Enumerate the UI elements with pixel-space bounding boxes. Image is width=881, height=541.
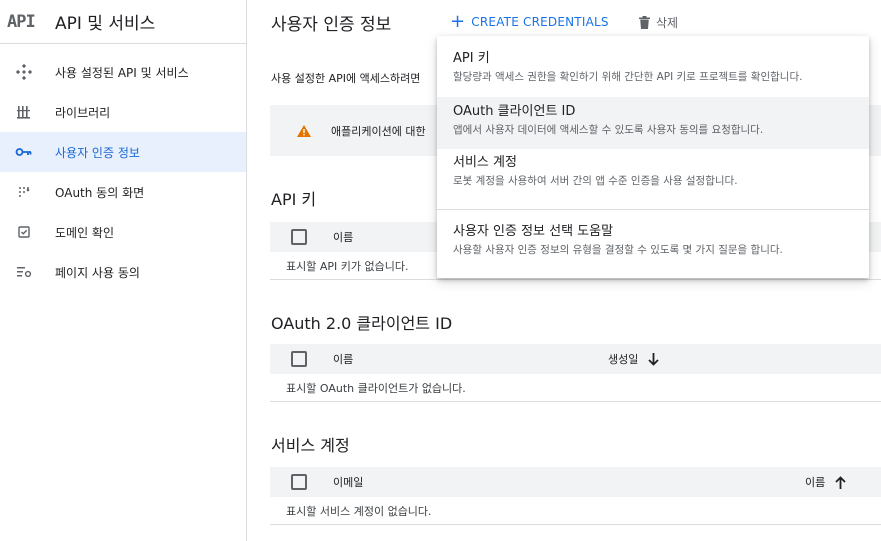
arrow-up-icon <box>835 475 846 489</box>
menu-item-service-account[interactable]: 서비스 계정 로봇 계정을 사용하여 서버 간의 앱 수준 인증을 사용 설정합… <box>437 154 869 200</box>
menu-item-desc: 사용할 사용자 인증 정보의 유형을 결정할 수 있도록 몇 가지 질문을 합니… <box>453 244 783 256</box>
sidebar: API API 및 서비스 사용 설정된 API 및 서비스 라이브러리 사용자… <box>0 0 247 541</box>
menu-item-api-key[interactable]: API 키 할당량과 액세스 권한을 확인하기 위해 간단한 API 키로 프로… <box>437 50 869 96</box>
create-credentials-label: CREATE CREDENTIALS <box>471 15 609 29</box>
column-name[interactable]: 이름 <box>333 351 353 367</box>
sidebar-item-oauth-consent[interactable]: OAuth 동의 화면 <box>0 172 246 212</box>
sidebar-item-label: 사용자 인증 정보 <box>55 145 140 160</box>
select-all-checkbox[interactable] <box>291 229 307 245</box>
column-name: 이름 <box>805 476 826 489</box>
table-header: 이름 생성일 <box>270 344 881 374</box>
library-icon <box>13 101 35 123</box>
checkbox-icon <box>13 221 35 243</box>
brand-title[interactable]: API 및 서비스 <box>55 9 155 34</box>
delete-label: 삭제 <box>656 15 679 30</box>
column-email[interactable]: 이메일 <box>333 474 363 490</box>
sidebar-item-credentials[interactable]: 사용자 인증 정보 <box>0 132 246 172</box>
menu-item-desc: 앱에서 사용자 데이터에 액세스할 수 있도록 사용자 동의를 요청합니다. <box>453 124 764 136</box>
app-root: API API 및 서비스 사용 설정된 API 및 서비스 라이브러리 사용자… <box>0 0 881 541</box>
arrow-down-icon <box>648 352 660 366</box>
menu-item-desc: 로봇 계정을 사용하여 서버 간의 앱 수준 인증을 사용 설정합니다. <box>453 175 738 187</box>
diamond-grid-icon <box>13 61 35 83</box>
dots-grid-icon <box>13 181 35 203</box>
trash-icon <box>639 15 650 29</box>
sidebar-item-label: 라이브러리 <box>55 105 111 120</box>
sidebar-item-library[interactable]: 라이브러리 <box>0 92 246 132</box>
api-logo: API <box>7 11 36 32</box>
page-title: 사용자 인증 정보 <box>271 14 392 35</box>
column-name[interactable]: 이름 <box>333 229 353 245</box>
sidebar-nav: 사용 설정된 API 및 서비스 라이브러리 사용자 인증 정보 OAuth 동… <box>0 52 246 292</box>
select-all-checkbox[interactable] <box>291 351 307 367</box>
banner-text: 애플리케이션에 대한 <box>331 124 426 138</box>
menu-item-desc: 할당량과 액세스 권한을 확인하기 위해 간단한 API 키로 프로젝트를 확인… <box>453 71 803 83</box>
menu-item-label: OAuth 클라이언트 ID <box>453 104 576 119</box>
select-all-checkbox[interactable] <box>291 474 307 490</box>
menu-item-label: 서비스 계정 <box>453 155 517 170</box>
warning-icon <box>297 124 311 137</box>
api-keys-title: API 키 <box>271 190 317 209</box>
sidebar-item-label: 도메인 확인 <box>55 225 115 240</box>
sidebar-item-label: 사용 설정된 API 및 서비스 <box>55 65 189 80</box>
brand-bar: API API 및 서비스 <box>0 0 246 44</box>
sidebar-item-label: 페이지 사용 동의 <box>55 265 140 280</box>
empty-row: 표시할 서비스 계정이 없습니다. <box>270 497 881 525</box>
oauth-table: 이름 생성일 표시할 OAuth 클라이언트가 없습니다. <box>270 344 881 402</box>
create-credentials-menu: API 키 할당량과 액세스 권한을 확인하기 위해 간단한 API 키로 프로… <box>437 36 869 278</box>
key-icon <box>13 141 35 163</box>
sidebar-item-label: OAuth 동의 화면 <box>55 185 145 200</box>
table-header: 이메일 이름 <box>270 467 881 497</box>
sidebar-item-page-usage-agreements[interactable]: 페이지 사용 동의 <box>0 252 246 292</box>
column-created: 생성일 <box>608 353 639 366</box>
menu-item-label: API 키 <box>453 51 490 66</box>
column-created-sort[interactable]: 생성일 <box>608 351 660 367</box>
service-accounts-title: 서비스 계정 <box>271 436 350 455</box>
plus-icon: + <box>450 11 466 32</box>
oauth-title: OAuth 2.0 클라이언트 ID <box>271 314 453 333</box>
menu-item-help-me-choose[interactable]: 사용자 인증 정보 선택 도움말 사용할 사용자 인증 정보의 유형을 결정할 … <box>437 223 869 269</box>
create-credentials-button[interactable]: + CREATE CREDENTIALS <box>450 9 609 35</box>
list-settings-icon <box>13 261 35 283</box>
empty-row: 표시할 OAuth 클라이언트가 없습니다. <box>270 374 881 402</box>
delete-button[interactable]: 삭제 <box>639 9 678 35</box>
service-accounts-table: 이메일 이름 표시할 서비스 계정이 없습니다. <box>270 467 881 525</box>
menu-item-label: 사용자 인증 정보 선택 도움말 <box>453 224 614 239</box>
column-name-sort[interactable]: 이름 <box>805 474 846 490</box>
sidebar-item-domain-verification[interactable]: 도메인 확인 <box>0 212 246 252</box>
menu-divider <box>437 209 869 210</box>
sidebar-item-enabled-apis[interactable]: 사용 설정된 API 및 서비스 <box>0 52 246 92</box>
intro-text: 사용 설정한 API에 액세스하려면 <box>271 72 421 85</box>
menu-item-oauth-client-id[interactable]: OAuth 클라이언트 ID 앱에서 사용자 데이터에 액세스할 수 있도록 사… <box>437 97 869 149</box>
